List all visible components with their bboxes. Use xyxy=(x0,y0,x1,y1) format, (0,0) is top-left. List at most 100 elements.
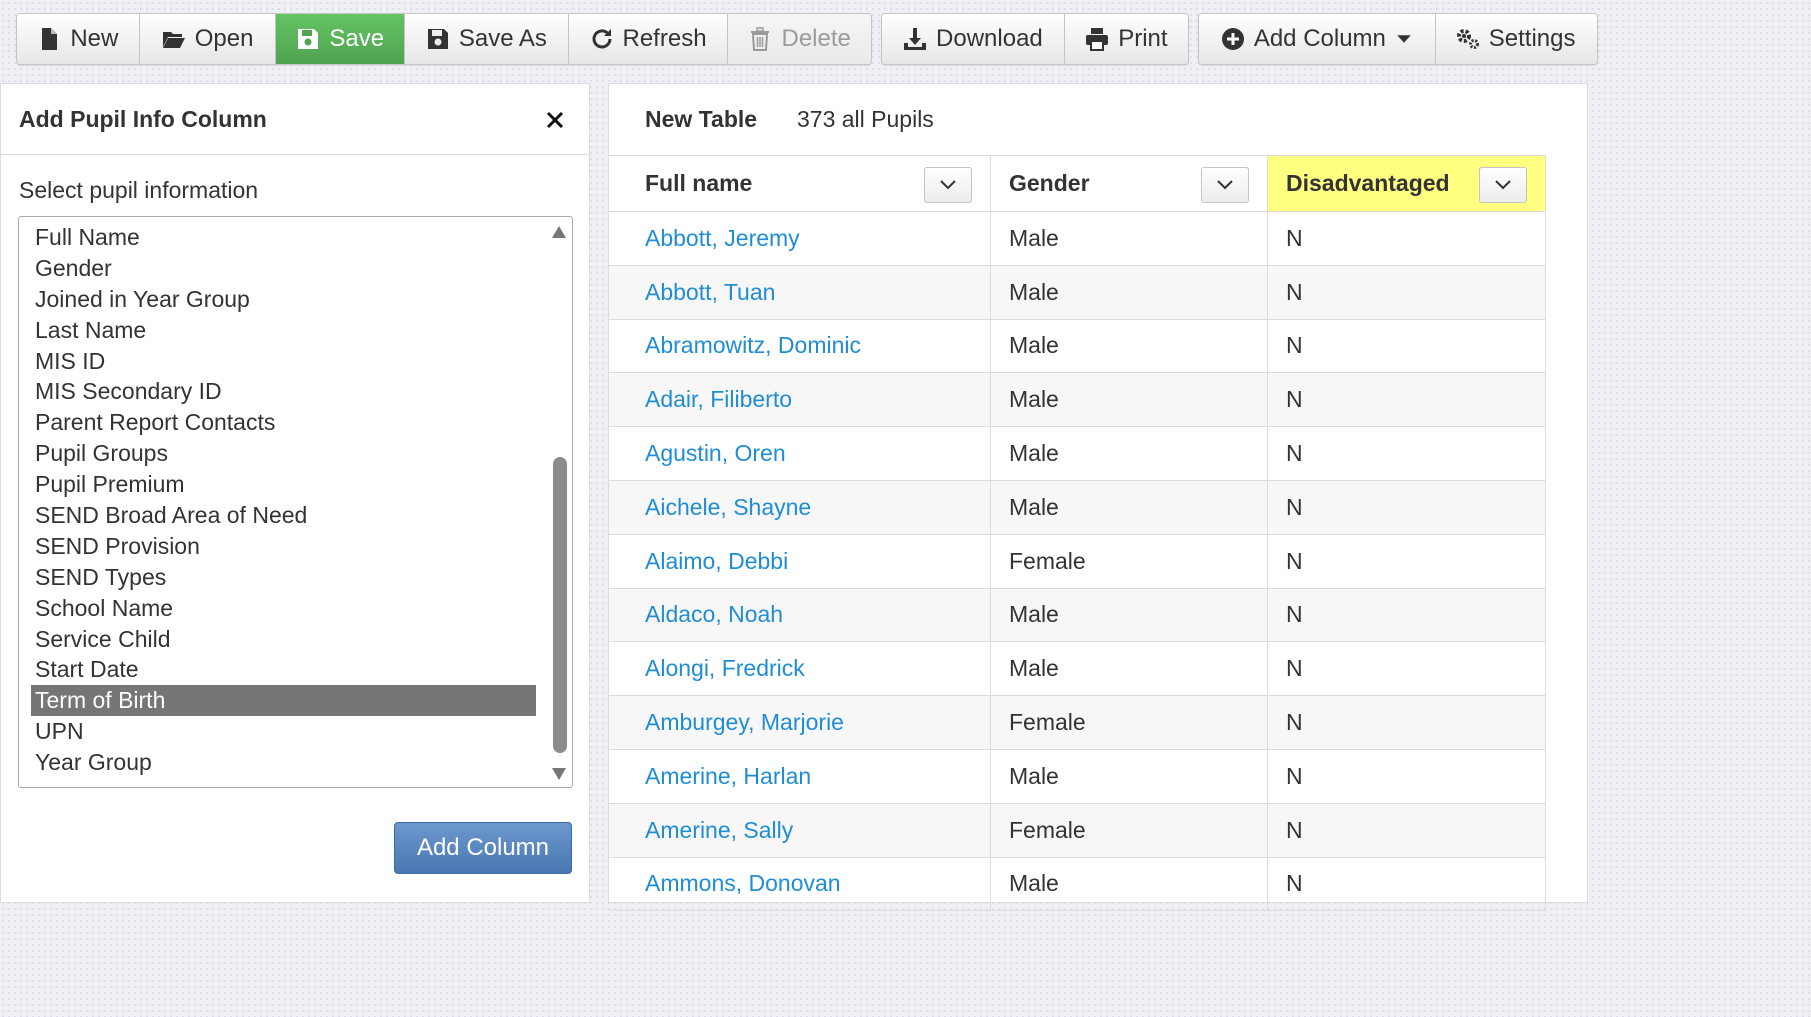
pupil-name-link[interactable]: Abbott, Tuan xyxy=(645,279,775,306)
cell-full-name: Abbott, Tuan xyxy=(609,265,991,319)
cell-value: Male xyxy=(1009,655,1059,682)
list-option[interactable]: Pupil Groups xyxy=(31,438,536,469)
list-option[interactable]: SEND Types xyxy=(31,562,536,593)
cell-value: Male xyxy=(1009,870,1059,897)
list-option[interactable]: MIS ID xyxy=(31,346,536,377)
file-icon xyxy=(42,28,58,50)
cogs-icon xyxy=(1456,29,1479,49)
cell-disadvantaged: N xyxy=(1268,857,1546,911)
cell-gender: Male xyxy=(991,857,1268,911)
cell-value: Female xyxy=(1009,816,1086,843)
cell-full-name: Amburgey, Marjorie xyxy=(609,696,991,749)
plus-circle-icon xyxy=(1221,28,1244,50)
list-option[interactable]: Term of Birth xyxy=(31,685,536,717)
table-row: Amburgey, Marjorie Female N xyxy=(609,696,1546,750)
list-option[interactable]: MIS Secondary ID xyxy=(31,376,536,407)
delete-button[interactable]: Delete xyxy=(728,14,871,64)
save-button[interactable]: Save xyxy=(276,14,406,64)
cell-value: Female xyxy=(1009,709,1086,736)
chevron-down-icon xyxy=(1217,180,1233,190)
scroll-down-arrow-icon[interactable] xyxy=(551,767,567,781)
pupil-name-link[interactable]: Aldaco, Noah xyxy=(645,601,783,628)
list-option[interactable]: Year Group xyxy=(31,747,536,778)
refresh-icon xyxy=(592,29,611,49)
cell-value: Male xyxy=(1009,332,1059,359)
close-button[interactable] xyxy=(541,106,569,134)
add-column-dropdown-button[interactable]: Add Column xyxy=(1199,14,1436,64)
cell-value: N xyxy=(1286,386,1303,413)
column-menu-button[interactable] xyxy=(1479,167,1527,203)
list-option[interactable]: Last Name xyxy=(31,315,536,346)
cell-disadvantaged: N xyxy=(1268,319,1546,373)
list-option[interactable]: Gender xyxy=(31,253,536,284)
list-option[interactable]: Service Child xyxy=(31,624,536,655)
list-option[interactable]: UPN xyxy=(31,716,536,747)
cell-gender: Male xyxy=(991,642,1268,696)
cell-gender: Male xyxy=(991,749,1268,803)
settings-button[interactable]: Settings xyxy=(1435,14,1597,64)
cell-value: Female xyxy=(1009,547,1086,574)
cell-disadvantaged: N xyxy=(1268,803,1546,857)
cell-value: Male xyxy=(1009,386,1059,413)
list-option[interactable]: Parent Report Contacts xyxy=(31,407,536,438)
cell-value: Male xyxy=(1009,278,1059,305)
add-column-button[interactable]: Add Column xyxy=(394,822,572,874)
table-row: Amerine, Harlan Male N xyxy=(609,749,1546,804)
pupil-name-link[interactable]: Alaimo, Debbi xyxy=(645,548,788,575)
column-menu-button[interactable] xyxy=(924,167,972,203)
new-button[interactable]: New xyxy=(17,14,140,64)
print-button[interactable]: Print xyxy=(1064,14,1188,64)
open-button[interactable]: Open xyxy=(139,14,277,64)
list-option[interactable]: Joined in Year Group xyxy=(31,284,536,315)
cell-full-name: Alaimo, Debbi xyxy=(609,534,991,588)
export-toolbar-group: Download Print xyxy=(881,13,1189,65)
cell-gender: Male xyxy=(991,319,1268,373)
scroll-up-arrow-icon[interactable] xyxy=(551,225,567,239)
pupil-name-link[interactable]: Amburgey, Marjorie xyxy=(645,709,844,736)
download-button[interactable]: Download xyxy=(882,14,1065,64)
refresh-button[interactable]: Refresh xyxy=(568,14,729,64)
save-icon xyxy=(427,29,448,49)
pupil-name-link[interactable]: Abbott, Jeremy xyxy=(645,225,800,252)
cell-value: Male xyxy=(1009,440,1059,467)
list-option[interactable]: School Name xyxy=(31,593,536,624)
pupil-name-link[interactable]: Amerine, Harlan xyxy=(645,763,811,790)
pupil-name-link[interactable]: Adair, Filiberto xyxy=(645,386,792,413)
cell-gender: Male xyxy=(991,265,1268,319)
scroll-thumb[interactable] xyxy=(553,457,567,753)
cell-value: Male xyxy=(1009,601,1059,628)
cell-disadvantaged: N xyxy=(1268,696,1546,749)
caret-down-icon xyxy=(1397,35,1411,43)
cell-disadvantaged: N xyxy=(1268,373,1546,427)
listbox-options: Full Name Gender Joined in Year Group Last … xyxy=(31,222,536,778)
cell-value: Male xyxy=(1009,762,1059,789)
list-option[interactable]: Full Name xyxy=(31,222,536,253)
cell-disadvantaged: N xyxy=(1268,588,1546,642)
column-header-full-name: Full name xyxy=(609,156,991,211)
add-pupil-info-panel: Add Pupil Info Column Select pupil infor… xyxy=(0,83,590,903)
cell-disadvantaged: N xyxy=(1268,749,1546,803)
table-row: Abramowitz, Dominic Male N xyxy=(609,319,1546,374)
list-option[interactable]: Pupil Premium xyxy=(31,469,536,500)
save-icon xyxy=(298,29,319,49)
pupil-name-link[interactable]: Agustin, Oren xyxy=(645,440,786,467)
list-option[interactable]: Start Date xyxy=(31,654,536,685)
table-row: Aichele, Shayne Male N xyxy=(609,480,1546,535)
column-menu-button[interactable] xyxy=(1201,167,1249,203)
cell-gender: Male xyxy=(991,373,1268,427)
cell-disadvantaged: N xyxy=(1268,212,1546,265)
column-header-disadvantaged: Disadvantaged xyxy=(1268,156,1546,211)
pupil-name-link[interactable]: Abramowitz, Dominic xyxy=(645,332,861,359)
cell-gender: Male xyxy=(991,588,1268,642)
pupil-name-link[interactable]: Aichele, Shayne xyxy=(645,494,811,521)
pupil-name-link[interactable]: Amerine, Sally xyxy=(645,817,793,844)
save-as-button[interactable]: Save As xyxy=(405,14,569,64)
list-option[interactable]: SEND Broad Area of Need xyxy=(31,500,536,531)
pupil-name-link[interactable]: Ammons, Donovan xyxy=(645,870,841,897)
pupil-name-link[interactable]: Alongi, Fredrick xyxy=(645,655,805,682)
column-header-gender: Gender xyxy=(991,156,1268,211)
pupil-info-listbox[interactable]: Full Name Gender Joined in Year Group Last … xyxy=(18,216,573,788)
cell-value: N xyxy=(1286,762,1303,789)
listbox-scrollbar[interactable] xyxy=(546,217,572,787)
list-option[interactable]: SEND Provision xyxy=(31,531,536,562)
